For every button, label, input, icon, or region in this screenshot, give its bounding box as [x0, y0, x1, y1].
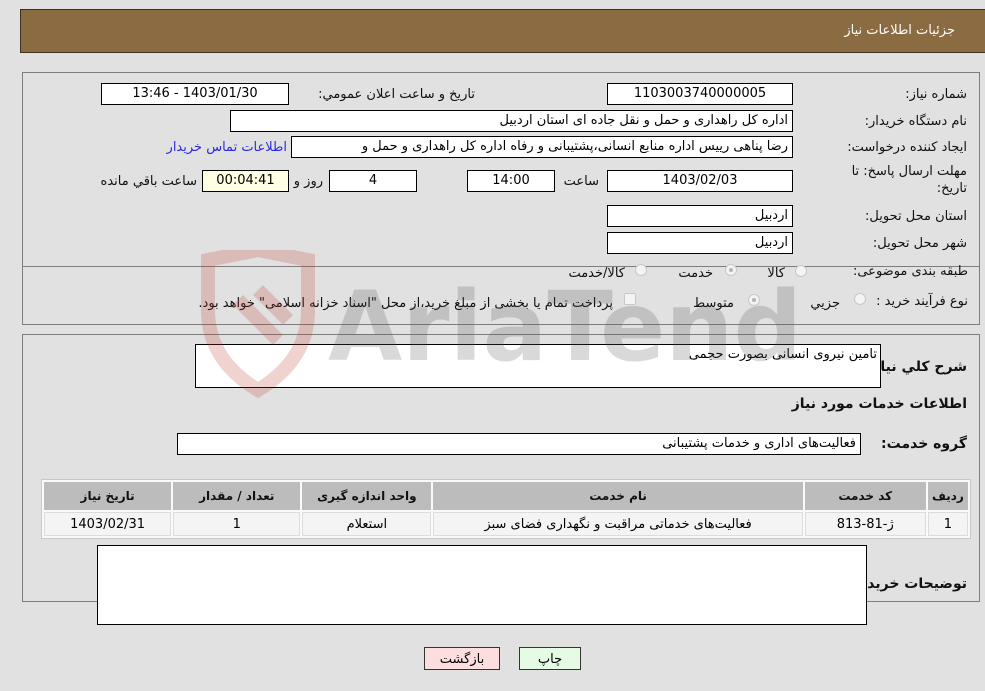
cell-service-name: فعالیت‌های خدماتی مراقبت و نگهداری فضای …	[433, 512, 803, 536]
remaining-days-field[interactable]: 4	[329, 170, 417, 192]
treasury-note: پرداخت تمام یا بخشی از مبلغ خرید،از محل …	[198, 296, 613, 311]
creator-label: ایجاد کننده درخواست:	[847, 140, 967, 155]
deadline-label-line2: تاریخ:	[936, 181, 967, 196]
category-option-goods-service: کالا/خدمت	[568, 266, 625, 281]
details-panel: شرح كلي نياز: تامین نیروی انسانی بصورت ح…	[22, 334, 980, 625]
delivery-province-field[interactable]: اردبیل	[607, 205, 793, 227]
announce-datetime-label: تاریخ و ساعت اعلان عمومي:	[318, 87, 475, 102]
print-button[interactable]: چاپ	[519, 647, 581, 670]
purchase-option-medium: متوسط	[693, 296, 734, 311]
remaining-time-label: ساعت باقي مانده	[100, 174, 197, 189]
delivery-province-label: استان محل تحویل:	[865, 209, 967, 224]
summary-label: شرح كلي نياز:	[866, 359, 967, 375]
services-table: ردیف کد خدمت نام خدمت واحد اندازه گیری ت…	[41, 479, 971, 539]
category-radio-goods-service[interactable]	[635, 264, 647, 276]
deadline-label: مهلت ارسال پاسخ: تا	[851, 164, 967, 179]
col-header-need-date: تاریخ نیاز	[44, 482, 172, 510]
service-group-label: گروه خدمت:	[881, 436, 967, 452]
cell-need-date: 1403/02/31	[44, 512, 172, 536]
purchase-option-minor: جزیي	[810, 296, 840, 311]
need-info-panel: شماره نیاز: 1103003740000005 تاریخ و ساع…	[22, 72, 980, 267]
cell-unit: استعلام	[302, 512, 432, 536]
col-header-service-code: کد خدمت	[804, 482, 926, 510]
col-header-quantity: تعداد / مقدار	[173, 482, 301, 510]
days-label: روز و	[293, 174, 323, 189]
cell-row-number: 1	[927, 512, 968, 536]
cell-quantity: 1	[173, 512, 301, 536]
announce-datetime-field[interactable]: 1403/01/30 - 13:46	[101, 83, 289, 105]
col-header-row-number: ردیف	[927, 482, 968, 510]
creator-field[interactable]: رضا پناهی رییس اداره منابع انسانی،پشتیبا…	[291, 136, 793, 158]
back-button[interactable]: بازگشت	[424, 647, 500, 670]
page-header: جزئیات اطلاعات نیاز	[20, 9, 985, 53]
need-number-label: شماره نیاز:	[905, 87, 967, 102]
remaining-time-field: 00:04:41	[202, 170, 289, 192]
need-number-field[interactable]: 1103003740000005	[607, 83, 793, 105]
buyer-org-field[interactable]: اداره کل راهداری و حمل و نقل جاده ای است…	[230, 110, 793, 132]
category-label: طبقه بندی موضوعی:	[852, 264, 968, 279]
page-title: جزئیات اطلاعات نیاز	[844, 23, 955, 38]
table-header-row: ردیف کد خدمت نام خدمت واحد اندازه گیری ت…	[44, 482, 968, 510]
services-heading: اطلاعات خدمات مورد نياز	[791, 396, 967, 412]
deadline-time-field[interactable]: 14:00	[467, 170, 555, 192]
category-radio-service[interactable]	[725, 264, 737, 276]
category-option-service: خدمت	[678, 266, 713, 281]
purchase-radio-medium[interactable]	[748, 294, 760, 306]
deadline-date-field[interactable]: 1403/02/03	[607, 170, 793, 192]
treasury-checkbox[interactable]	[624, 293, 636, 305]
category-radio-goods[interactable]	[795, 265, 807, 277]
deadline-time-label: ساعت	[563, 174, 599, 189]
table-row: 1 ژ-81-813 فعالیت‌های خدماتی مراقبت و نگ…	[44, 512, 968, 536]
col-header-service-name: نام خدمت	[433, 482, 803, 510]
buyer-org-label: نام دستگاه خريدار:	[864, 114, 967, 129]
col-header-unit: واحد اندازه گیری	[302, 482, 432, 510]
buyer-notes-textarea[interactable]	[97, 545, 867, 625]
purchase-radio-minor[interactable]	[854, 293, 866, 305]
category-option-goods: کالا	[767, 266, 785, 281]
buyer-contact-link[interactable]: اطلاعات تماس خریدار	[167, 140, 287, 155]
purchase-type-label: نوع فرآیند خرید :	[876, 294, 968, 309]
delivery-city-field[interactable]: اردبیل	[607, 232, 793, 254]
service-group-field[interactable]: فعالیت‌های اداری و خدمات پشتیبانی	[177, 433, 861, 455]
summary-textarea[interactable]: تامین نیروی انسانی بصورت حجمی	[195, 344, 881, 388]
delivery-city-label: شهر محل تحویل:	[872, 236, 967, 251]
cell-service-code: ژ-81-813	[804, 512, 926, 536]
